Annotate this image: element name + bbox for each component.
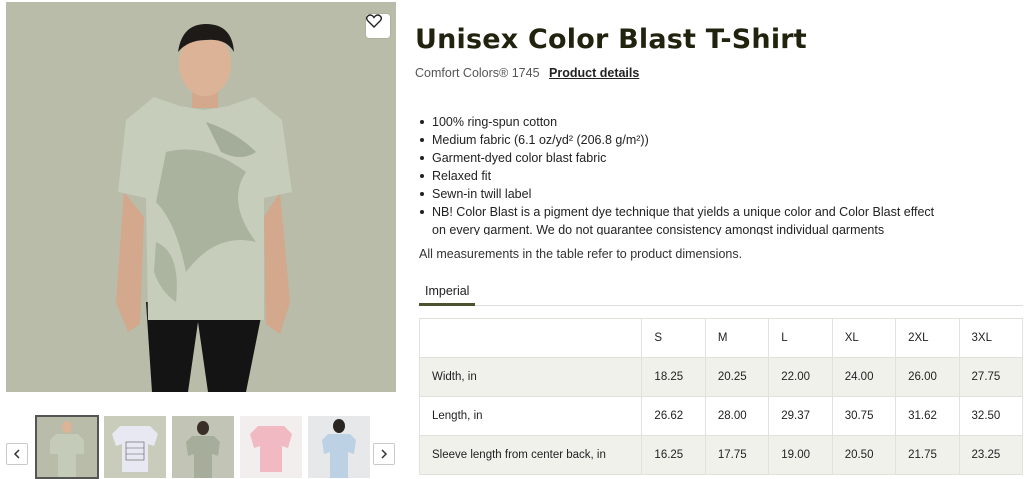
table-cell: 23.25 — [958, 435, 1024, 475]
table-cell: 26.62 — [641, 396, 706, 436]
table-cell: 18.25 — [641, 357, 706, 397]
carousel-next-button[interactable] — [373, 443, 395, 465]
thumbnail-carousel — [6, 414, 396, 479]
row-label: Length, in — [418, 396, 643, 436]
column-header: XL — [831, 318, 897, 358]
brand-model: Comfort Colors® 1745 — [415, 66, 540, 80]
table-cell: 24.00 — [831, 357, 897, 397]
heart-icon — [366, 14, 382, 28]
unit-tabs: Imperial — [419, 280, 1023, 306]
table-row: Sleeve length from center back, in 16.25… — [418, 435, 1024, 475]
table-cell: 28.00 — [704, 396, 770, 436]
table-cell: 19.00 — [768, 435, 833, 475]
thumb-image — [240, 416, 302, 478]
feature-item: Sewn-in twill label — [418, 185, 938, 203]
model-photo — [6, 2, 396, 392]
thumb-model-woman-sage[interactable] — [172, 416, 234, 478]
column-header: S — [641, 318, 706, 358]
thumb-image — [36, 416, 98, 478]
product-details-link[interactable]: Product details — [549, 66, 639, 80]
table-cell: 30.75 — [831, 396, 897, 436]
thumb-image — [104, 416, 166, 478]
table-row: Length, in 26.62 28.00 29.37 30.75 31.62… — [418, 396, 1024, 436]
row-label: Width, in — [418, 357, 643, 397]
size-guide-table: S M L XL 2XL 3XL Width, in 18.25 20.25 2… — [418, 318, 1024, 475]
table-cell: 29.37 — [768, 396, 833, 436]
table-cell: 32.50 — [958, 396, 1024, 436]
favorite-button[interactable] — [366, 14, 390, 38]
table-cell: 26.00 — [895, 357, 960, 397]
table-cell: 17.75 — [704, 435, 770, 475]
thumb-image — [172, 416, 234, 478]
feature-item: Medium fabric (6.1 oz/yd² (206.8 g/m²)) — [418, 131, 938, 149]
row-label: Sleeve length from center back, in — [418, 435, 643, 475]
table-cell: 27.75 — [958, 357, 1024, 397]
column-header: M — [704, 318, 770, 358]
feature-list: 100% ring-spun cotton Medium fabric (6.1… — [418, 113, 938, 235]
product-subtitle: Comfort Colors® 1745 Product details — [415, 66, 639, 80]
feature-item: Relaxed fit — [418, 167, 938, 185]
column-header: 3XL — [958, 318, 1024, 358]
thumb-size-chart[interactable] — [104, 416, 166, 478]
thumb-image — [308, 416, 370, 478]
table-header-empty — [418, 318, 643, 358]
table-cell: 16.25 — [641, 435, 706, 475]
chevron-right-icon — [381, 449, 388, 459]
feature-item: 100% ring-spun cotton — [418, 113, 938, 131]
main-product-image[interactable] — [6, 2, 396, 392]
table-row: Width, in 18.25 20.25 22.00 24.00 26.00 … — [418, 357, 1024, 397]
chevron-left-icon — [13, 449, 20, 459]
feature-item: NB! Color Blast is a pigment dye techniq… — [418, 203, 938, 235]
table-cell: 20.25 — [704, 357, 770, 397]
measurement-note: All measurements in the table refer to p… — [419, 247, 743, 261]
thumb-model-blue-back[interactable] — [308, 416, 370, 478]
thumb-model-front-sage[interactable] — [35, 415, 99, 479]
table-header-row: S M L XL 2XL 3XL — [418, 318, 1024, 358]
thumb-pink-shirt[interactable] — [240, 416, 302, 478]
column-header: L — [768, 318, 833, 358]
table-cell: 31.62 — [895, 396, 960, 436]
table-cell: 21.75 — [895, 435, 960, 475]
column-header: 2XL — [895, 318, 960, 358]
table-cell: 20.50 — [831, 435, 897, 475]
table-cell: 22.00 — [768, 357, 833, 397]
tab-imperial[interactable]: Imperial — [419, 280, 476, 306]
carousel-prev-button[interactable] — [6, 443, 28, 465]
product-title: Unisex Color Blast T-Shirt — [415, 24, 807, 55]
feature-item: Garment-dyed color blast fabric — [418, 149, 938, 167]
